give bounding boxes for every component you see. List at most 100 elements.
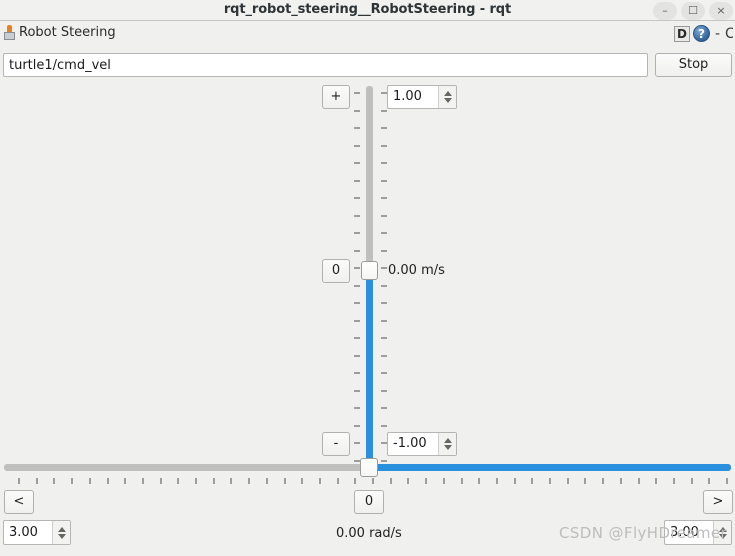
linear-min-stepper[interactable] xyxy=(438,433,456,455)
slider-tick xyxy=(354,425,360,427)
chevron-up-icon[interactable] xyxy=(443,91,452,96)
slider-tick xyxy=(266,478,268,484)
slider-tick xyxy=(124,478,126,484)
slider-tick xyxy=(354,390,360,392)
slider-tick xyxy=(319,478,321,484)
slider-tick xyxy=(390,478,392,484)
linear-min-value[interactable] xyxy=(388,433,438,455)
chevron-up-icon[interactable] xyxy=(57,526,66,532)
slider-tick xyxy=(372,478,374,484)
slider-tick xyxy=(478,478,480,484)
slider-tick xyxy=(381,285,387,287)
angular-zero-button[interactable]: 0 xyxy=(354,490,384,514)
window-titlebar: rqt_robot_steering__RobotSteering - rqt … xyxy=(0,0,735,21)
angular-right-button[interactable]: > xyxy=(703,490,733,514)
slider-tick xyxy=(18,478,20,484)
close-window-icon[interactable]: × xyxy=(709,1,733,20)
slider-tick xyxy=(230,478,232,484)
slider-tick xyxy=(443,478,445,484)
slider-tick xyxy=(514,478,516,484)
slider-tick xyxy=(248,478,250,484)
slider-tick xyxy=(301,478,303,484)
slider-tick xyxy=(549,478,551,484)
slider-tick xyxy=(53,478,55,484)
pin-icon xyxy=(3,25,17,41)
plugin-title: Robot Steering xyxy=(19,25,116,40)
angular-min-value[interactable] xyxy=(665,521,713,544)
slider-tick xyxy=(381,355,387,357)
stop-button[interactable]: Stop xyxy=(655,53,732,77)
linear-increase-button[interactable]: + xyxy=(322,85,350,109)
angular-max-spinbox[interactable] xyxy=(3,520,71,545)
close-plugin-icon[interactable]: C xyxy=(725,26,733,42)
minimize-window-icon[interactable]: – xyxy=(653,1,677,20)
slider-tick xyxy=(354,145,360,147)
linear-slider-handle[interactable] xyxy=(361,261,378,280)
slider-tick xyxy=(354,250,360,252)
slider-tick xyxy=(354,337,360,339)
slider-tick xyxy=(381,320,387,322)
slider-tick xyxy=(496,478,498,484)
slider-tick xyxy=(381,372,387,374)
angular-min-stepper[interactable] xyxy=(713,521,731,544)
angular-slider-fill xyxy=(369,464,731,471)
linear-min-spinbox[interactable] xyxy=(387,432,457,456)
slider-tick xyxy=(655,478,657,484)
angular-min-spinbox[interactable] xyxy=(664,520,732,545)
slider-tick xyxy=(354,162,360,164)
linear-zero-button[interactable]: 0 xyxy=(322,259,350,283)
chevron-down-icon[interactable] xyxy=(443,445,452,450)
slider-tick xyxy=(567,478,569,484)
minimize-plugin-icon[interactable]: - xyxy=(713,26,722,42)
slider-tick xyxy=(107,478,109,484)
slider-tick xyxy=(708,478,710,484)
chevron-down-icon[interactable] xyxy=(718,533,727,539)
slider-tick xyxy=(354,92,360,94)
slider-tick xyxy=(36,478,38,484)
help-icon[interactable]: ? xyxy=(692,25,710,42)
maximize-window-icon[interactable]: ☐ xyxy=(681,1,705,20)
slider-tick xyxy=(381,460,387,462)
slider-tick xyxy=(354,127,360,129)
slider-tick xyxy=(381,302,387,304)
chevron-down-icon[interactable] xyxy=(57,533,66,539)
slider-tick xyxy=(354,180,360,182)
linear-slider-fill xyxy=(366,272,373,466)
topic-input[interactable] xyxy=(3,53,648,77)
dock-widget-icon[interactable]: D xyxy=(673,25,690,42)
slider-tick xyxy=(354,267,360,269)
slider-tick xyxy=(691,478,693,484)
linear-max-stepper[interactable] xyxy=(438,86,456,108)
slider-tick xyxy=(381,232,387,234)
slider-tick xyxy=(354,197,360,199)
slider-tick xyxy=(337,478,339,484)
slider-tick xyxy=(160,478,162,484)
slider-tick xyxy=(638,478,640,484)
slider-tick xyxy=(381,250,387,252)
slider-tick xyxy=(381,127,387,129)
slider-tick xyxy=(461,478,463,484)
angular-left-button[interactable]: < xyxy=(4,490,34,514)
angular-slider-handle[interactable] xyxy=(360,458,378,477)
slider-tick xyxy=(381,180,387,182)
slider-tick xyxy=(142,478,144,484)
plugin-header: Robot Steering D ? - C xyxy=(0,21,735,49)
topic-row: Stop xyxy=(0,51,735,79)
slider-tick xyxy=(381,197,387,199)
chevron-up-icon[interactable] xyxy=(443,438,452,443)
linear-speed-readout: 0.00 m/s xyxy=(388,263,445,278)
chevron-down-icon[interactable] xyxy=(443,98,452,103)
slider-tick xyxy=(381,407,387,409)
linear-max-spinbox[interactable] xyxy=(387,85,457,109)
slider-tick xyxy=(354,110,360,112)
linear-max-value[interactable] xyxy=(388,86,438,108)
chevron-up-icon[interactable] xyxy=(718,526,727,532)
angular-max-stepper[interactable] xyxy=(52,521,70,544)
angular-max-value[interactable] xyxy=(4,521,52,544)
slider-tick xyxy=(354,215,360,217)
linear-decrease-button[interactable]: - xyxy=(322,432,350,456)
slider-tick xyxy=(602,478,604,484)
slider-tick xyxy=(531,478,533,484)
slider-tick xyxy=(381,267,387,269)
slider-tick xyxy=(381,162,387,164)
